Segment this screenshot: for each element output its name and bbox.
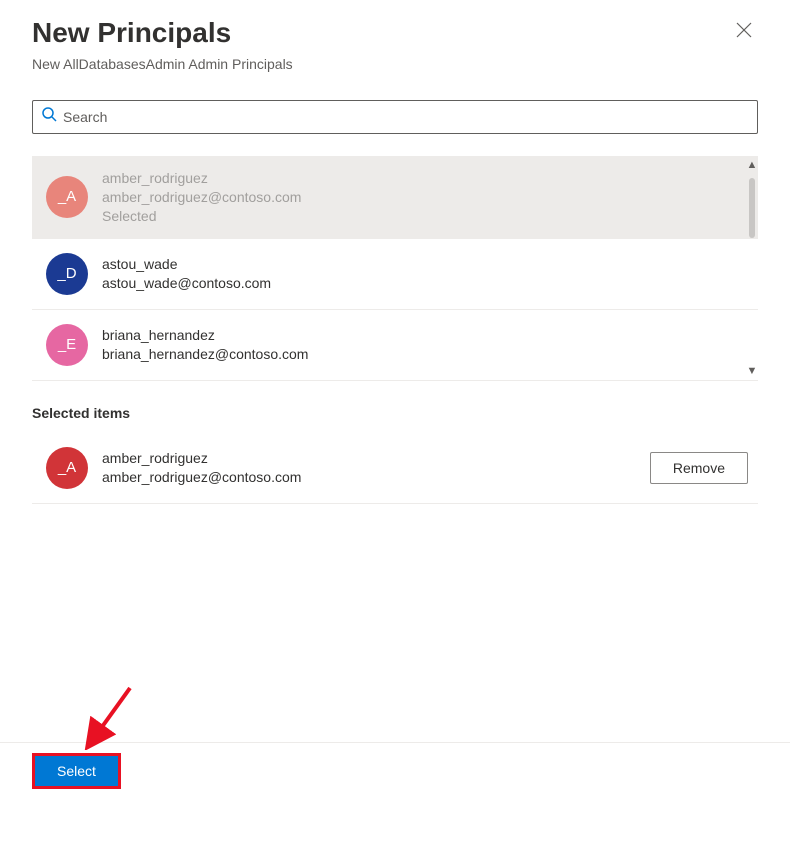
close-icon — [736, 25, 752, 42]
scroll-down-icon[interactable]: ▼ — [747, 366, 758, 377]
selected-items-heading: Selected items — [32, 405, 758, 421]
scroll-up-icon[interactable]: ▲ — [747, 160, 758, 171]
panel-subtitle: New AllDatabasesAdmin Admin Principals — [32, 56, 293, 72]
remove-button[interactable]: Remove — [650, 452, 748, 484]
close-button[interactable] — [730, 16, 758, 48]
selected-name: amber_rodriguez — [102, 450, 650, 466]
avatar: _D — [46, 253, 88, 295]
principal-name: astou_wade — [102, 256, 746, 272]
principal-email: astou_wade@contoso.com — [102, 275, 746, 291]
principals-list: _A amber_rodriguez amber_rodriguez@conto… — [32, 156, 758, 381]
scroll-thumb[interactable] — [749, 178, 755, 238]
principal-item[interactable]: _D astou_wade astou_wade@contoso.com — [32, 239, 758, 310]
avatar: _A — [46, 447, 88, 489]
principal-item[interactable]: _E briana_hernandez briana_hernandez@con… — [32, 310, 758, 381]
principal-name: amber_rodriguez — [102, 170, 746, 186]
panel-title: New Principals — [32, 16, 293, 50]
select-button-highlight: Select — [32, 753, 121, 789]
footer: Select — [0, 742, 790, 799]
select-button[interactable]: Select — [35, 756, 118, 786]
search-field[interactable] — [32, 100, 758, 134]
search-icon — [41, 106, 57, 127]
selected-email: amber_rodriguez@contoso.com — [102, 469, 650, 485]
principal-email: amber_rodriguez@contoso.com — [102, 189, 746, 205]
avatar: _A — [46, 176, 88, 218]
avatar: _E — [46, 324, 88, 366]
scrollbar[interactable]: ▲ ▼ — [746, 160, 758, 377]
search-input[interactable] — [57, 109, 749, 125]
principal-status: Selected — [102, 208, 746, 224]
principal-email: briana_hernandez@contoso.com — [102, 346, 746, 362]
principal-name: briana_hernandez — [102, 327, 746, 343]
principal-item[interactable]: _A amber_rodriguez amber_rodriguez@conto… — [32, 156, 758, 239]
selected-item: _A amber_rodriguez amber_rodriguez@conto… — [32, 433, 758, 504]
